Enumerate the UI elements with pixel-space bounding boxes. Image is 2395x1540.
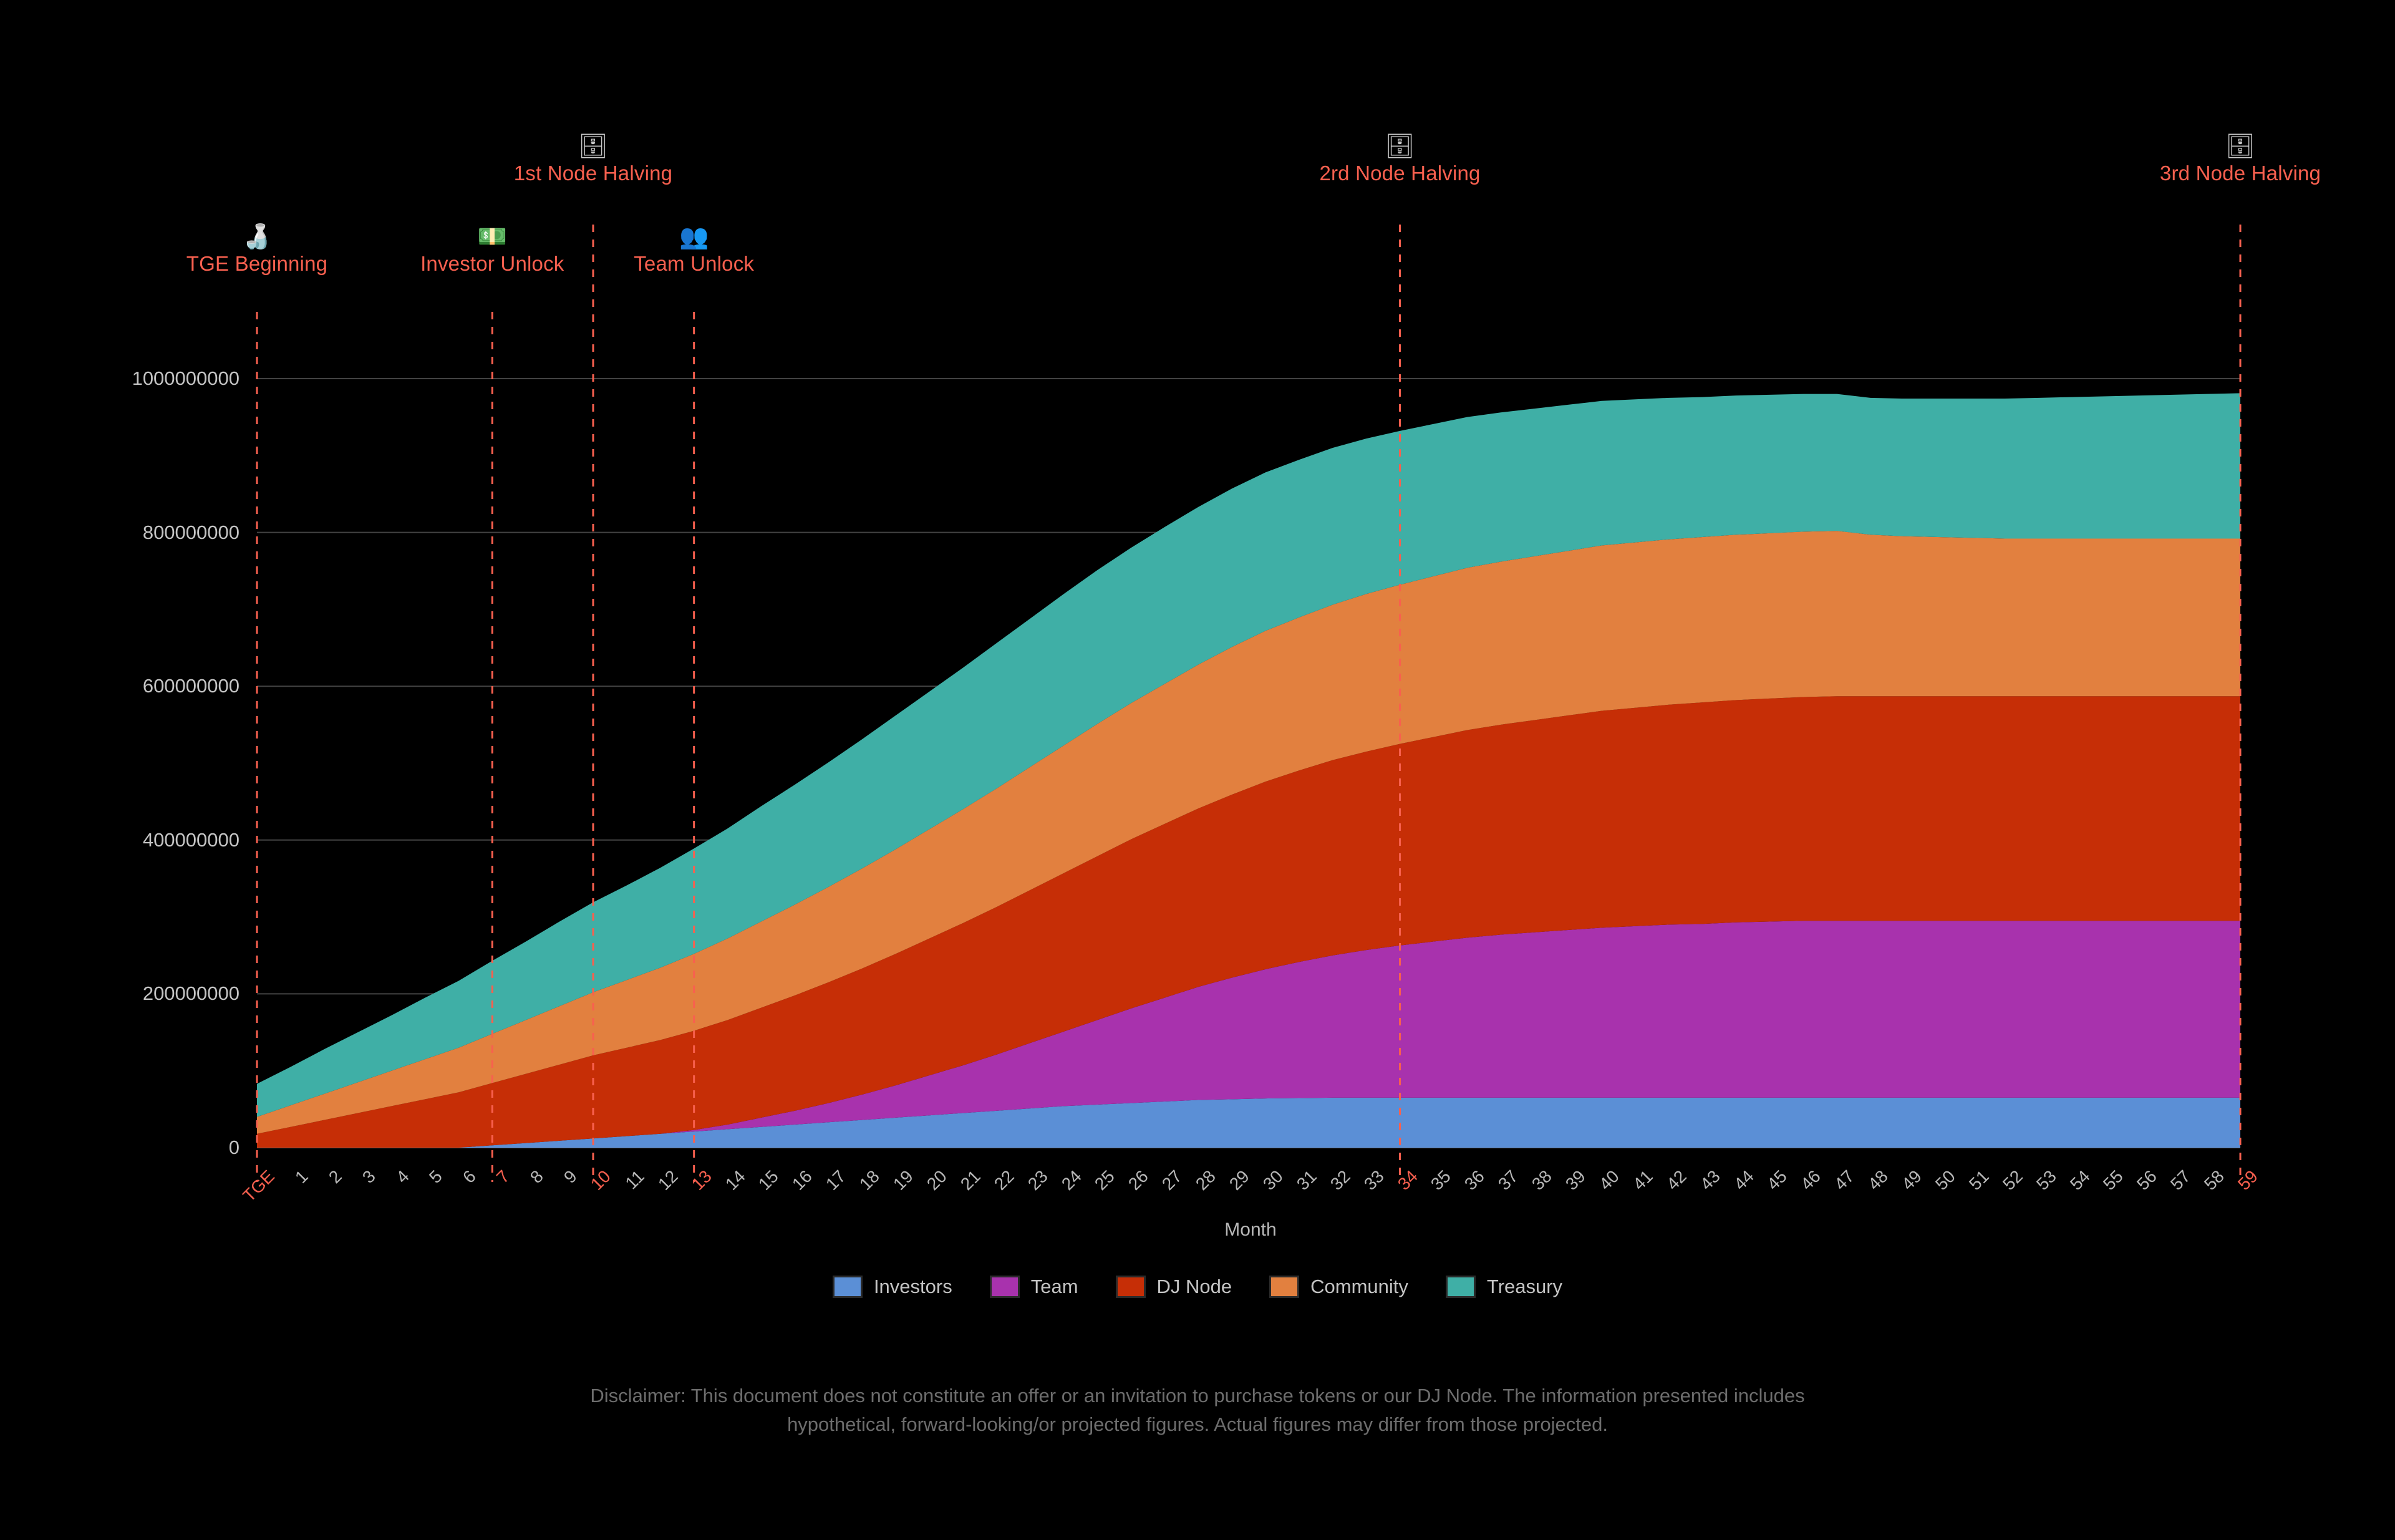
legend-swatch: [989, 1276, 1020, 1298]
x-axis-title: Month: [1224, 1219, 1277, 1240]
legend-label: DJ Node: [1156, 1276, 1232, 1297]
legend-swatch: [1269, 1276, 1300, 1298]
y-axis-tick-label: 800000000: [142, 521, 240, 543]
legend-label: Community: [1310, 1276, 1408, 1297]
stacked-area-chart: [256, 225, 2242, 1182]
legend-label: Treasury: [1486, 1276, 1563, 1297]
legend-swatch: [832, 1276, 863, 1298]
y-axis-tick-label: 200000000: [142, 982, 240, 1005]
legend-item-investors[interactable]: Investors: [832, 1276, 952, 1298]
y-axis-tick-label: 400000000: [142, 828, 240, 851]
chart-canvas: 🍶 TGE Beginning 💵 Investor Unlock 🗄 1st Node …: [0, 0, 2395, 1540]
y-axis-tick-label: 0: [228, 1136, 240, 1158]
legend-swatch: [1115, 1276, 1146, 1298]
chart-legend: Investors Team DJ Node Community Treasury: [0, 1276, 2395, 1298]
legend-item-community[interactable]: Community: [1269, 1276, 1408, 1298]
legend-item-treasury[interactable]: Treasury: [1445, 1276, 1563, 1298]
legend-swatch: [1445, 1276, 1476, 1298]
disclaimer-text: Disclaimer: This document does not const…: [590, 1385, 1805, 1435]
y-axis-tick-label: 1000000000: [132, 367, 240, 389]
y-axis-tick-label: 600000000: [142, 675, 240, 697]
legend-label: Investors: [873, 1276, 952, 1297]
legend-item-dj-node[interactable]: DJ Node: [1115, 1276, 1232, 1298]
legend-item-team[interactable]: Team: [989, 1276, 1078, 1298]
legend-label: Team: [1030, 1276, 1078, 1297]
